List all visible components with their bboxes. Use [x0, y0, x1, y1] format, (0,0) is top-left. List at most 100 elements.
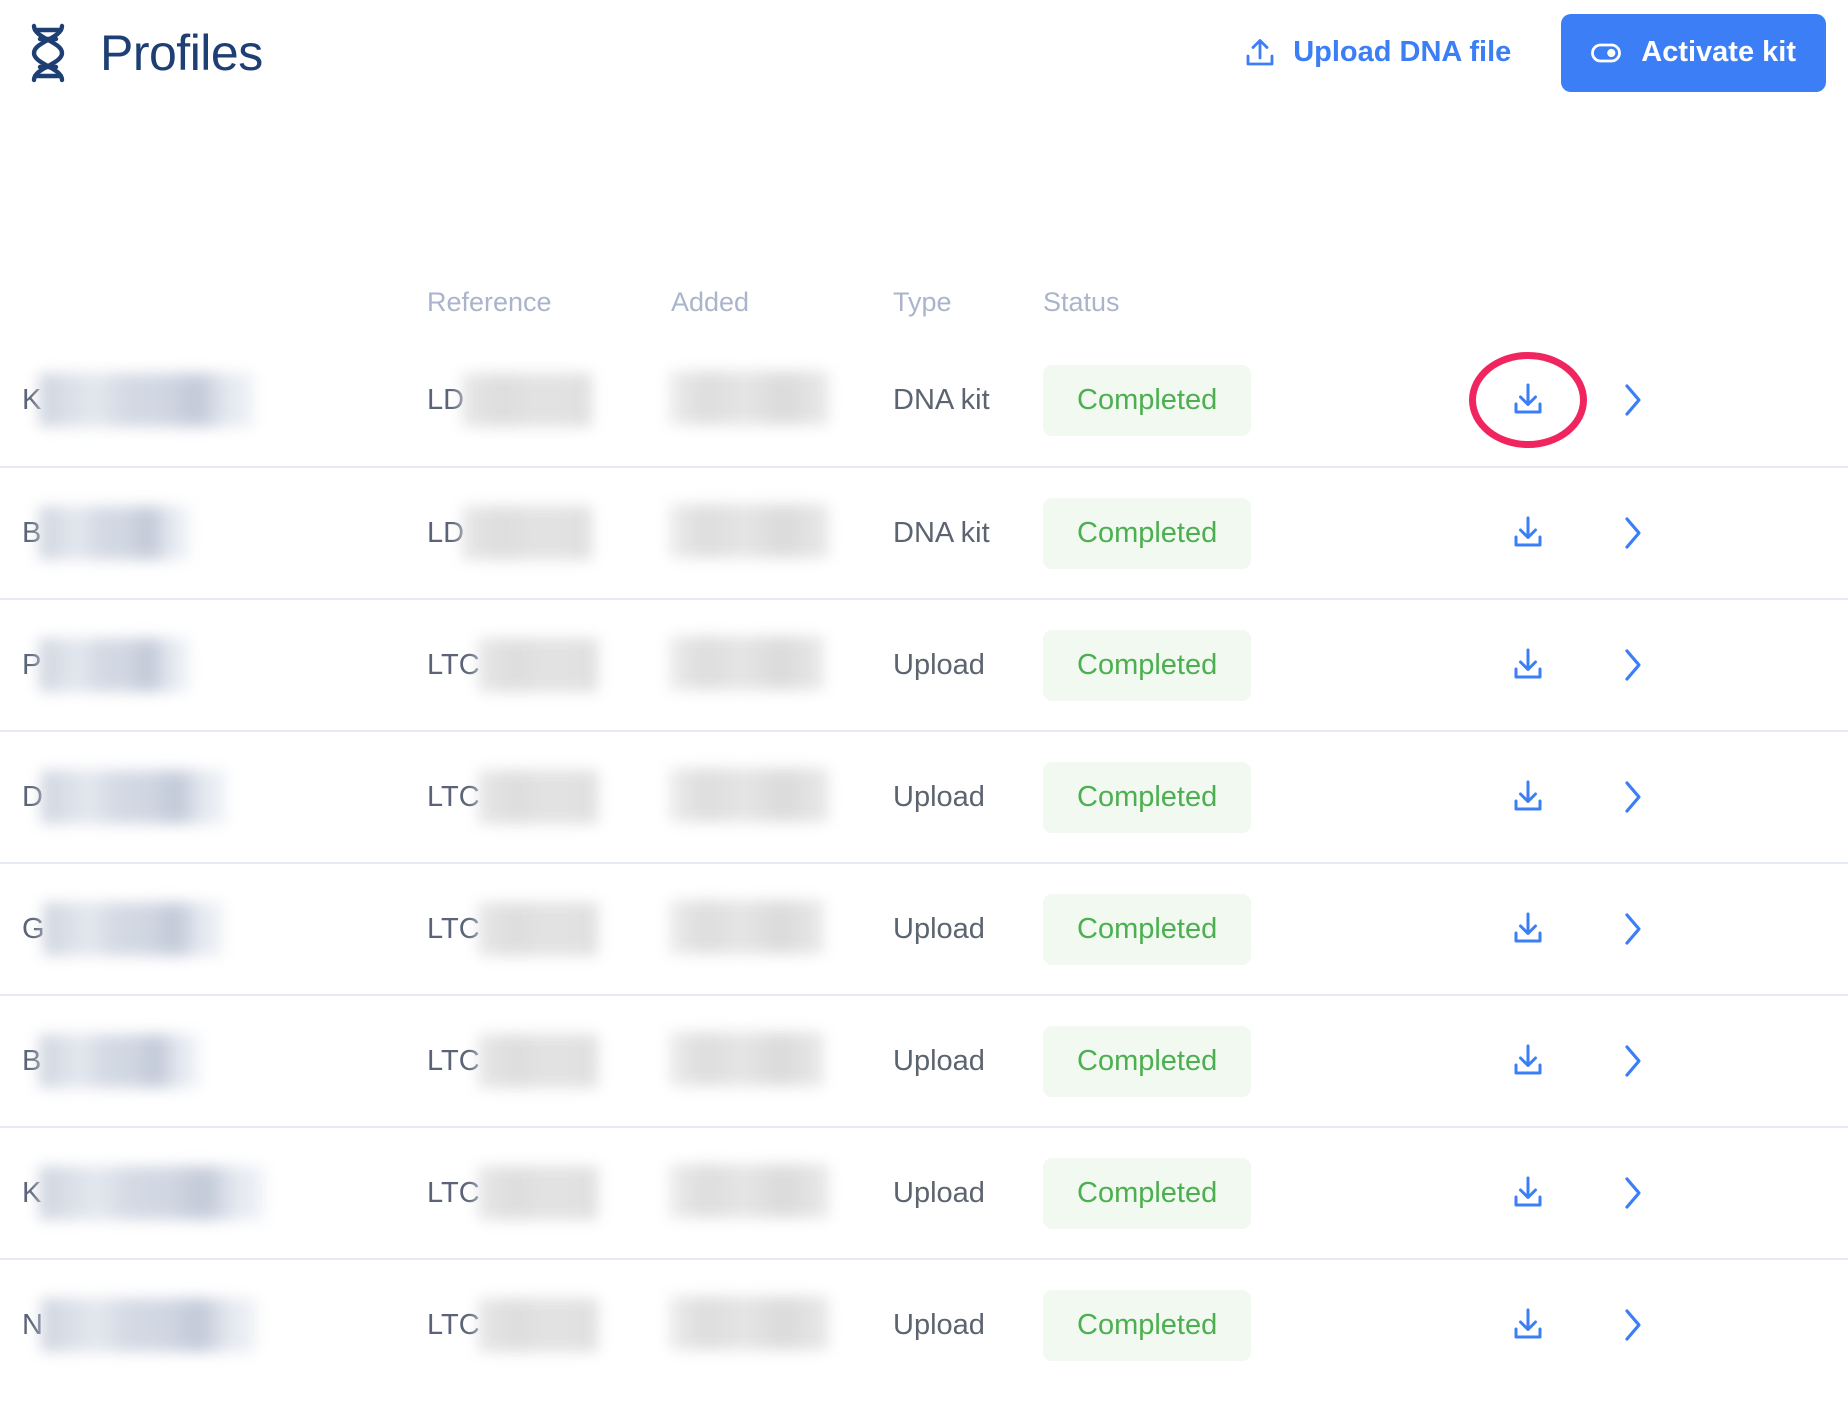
table-row[interactable]: N LTC Upload Completed: [0, 1258, 1848, 1390]
name-blur-block: [39, 638, 190, 692]
redacted-reference: LTC: [427, 1034, 598, 1088]
kit-toggle-icon: [1589, 36, 1623, 70]
reference-blur-block: [462, 506, 593, 560]
open-profile-button[interactable]: [1622, 911, 1644, 947]
download-icon: [1509, 646, 1547, 684]
open-profile-button[interactable]: [1622, 515, 1644, 551]
cell-name: D: [22, 770, 427, 824]
chevron-right-icon: [1622, 1043, 1644, 1079]
reference-blur-block: [477, 638, 598, 692]
cell-reference: LTC: [427, 770, 671, 824]
cell-name: B: [22, 1034, 427, 1088]
table-row[interactable]: B LD DNA kit Completed: [0, 466, 1848, 598]
activate-kit-button[interactable]: Activate kit: [1561, 13, 1826, 92]
cell-download: [1463, 646, 1593, 684]
table-row[interactable]: K LTC Upload Completed: [0, 1126, 1848, 1258]
cell-status: Completed: [1043, 1025, 1463, 1097]
type-value: Upload: [893, 1308, 985, 1341]
name-blur-block: [39, 373, 255, 427]
cell-download: [1463, 778, 1593, 816]
cell-type: Upload: [893, 1045, 1043, 1078]
cell-added: [669, 503, 893, 563]
cell-details: [1593, 1307, 1673, 1343]
reference-prefix: LTC: [427, 1176, 480, 1209]
open-profile-button[interactable]: [1622, 382, 1644, 418]
download-button[interactable]: [1509, 778, 1547, 816]
open-profile-button[interactable]: [1622, 1307, 1644, 1343]
cell-added: [669, 899, 893, 959]
column-header-reference: Reference: [427, 286, 552, 317]
upload-dna-file-label: Upload DNA file: [1293, 36, 1512, 68]
reference-blur-block: [477, 1298, 598, 1352]
reference-prefix: LTC: [427, 1308, 480, 1341]
table-row[interactable]: K LD DNA kit Completed: [0, 334, 1848, 466]
status-badge: Completed: [1043, 1289, 1252, 1361]
cell-added: [669, 767, 893, 827]
table-row[interactable]: D LTC Upload Completed: [0, 730, 1848, 862]
cell-details: [1593, 779, 1673, 815]
dna-helix-icon: [22, 22, 74, 84]
chevron-right-icon: [1622, 911, 1644, 947]
upload-dna-file-button[interactable]: Upload DNA file: [1243, 36, 1511, 70]
download-button[interactable]: [1509, 1042, 1547, 1080]
download-button[interactable]: [1509, 1306, 1547, 1344]
added-blur-block: [669, 767, 829, 822]
status-badge: Completed: [1043, 893, 1252, 965]
cell-details: [1593, 647, 1673, 683]
added-blur-block: [669, 1295, 829, 1350]
name-initial: G: [22, 912, 45, 945]
download-button[interactable]: [1509, 910, 1547, 948]
download-button[interactable]: [1509, 381, 1547, 419]
added-blur-block: [669, 370, 829, 425]
cell-status: Completed: [1043, 364, 1463, 436]
redacted-name: P: [22, 638, 190, 692]
download-button[interactable]: [1509, 514, 1547, 552]
open-profile-button[interactable]: [1622, 779, 1644, 815]
chevron-right-icon: [1622, 515, 1644, 551]
header-actions: Upload DNA file Activate kit: [1243, 13, 1826, 92]
reference-prefix: LD: [427, 516, 465, 549]
reference-blur-block: [477, 902, 598, 956]
reference-blur-block: [477, 770, 598, 824]
cell-type: DNA kit: [893, 517, 1043, 550]
download-icon: [1509, 910, 1547, 948]
table-row[interactable]: G LTC Upload Completed: [0, 862, 1848, 994]
cell-type: Upload: [893, 1309, 1043, 1342]
table-body: K LD DNA kit Completed B LD DNA kit Completed P L…: [0, 334, 1848, 1390]
cell-type: Upload: [893, 649, 1043, 682]
download-icon: [1509, 1174, 1547, 1212]
type-value: Upload: [893, 1176, 985, 1209]
name-initial: N: [22, 1308, 43, 1341]
chevron-right-icon: [1622, 1307, 1644, 1343]
table-header-row: Reference Added Type Status: [0, 270, 1848, 334]
cell-name: K: [22, 1166, 427, 1220]
download-button[interactable]: [1509, 1174, 1547, 1212]
status-badge: Completed: [1043, 629, 1252, 701]
open-profile-button[interactable]: [1622, 1175, 1644, 1211]
cell-details: [1593, 1043, 1673, 1079]
open-profile-button[interactable]: [1622, 647, 1644, 683]
chevron-right-icon: [1622, 779, 1644, 815]
type-value: Upload: [893, 912, 985, 945]
reference-blur-block: [462, 373, 593, 427]
cell-reference: LD: [427, 373, 671, 427]
type-value: Upload: [893, 648, 985, 681]
cell-download: [1463, 1306, 1593, 1344]
cell-name: K: [22, 373, 427, 427]
cell-reference: LTC: [427, 1298, 671, 1352]
cell-name: P: [22, 638, 427, 692]
redacted-reference: LTC: [427, 1166, 598, 1220]
download-button[interactable]: [1509, 646, 1547, 684]
cell-added: [669, 1163, 893, 1223]
table-row[interactable]: B LTC Upload Completed: [0, 994, 1848, 1126]
open-profile-button[interactable]: [1622, 1043, 1644, 1079]
cell-type: Upload: [893, 781, 1043, 814]
cell-added: [669, 370, 893, 430]
cell-type: Upload: [893, 913, 1043, 946]
cell-added: [669, 635, 893, 695]
table-row[interactable]: P LTC Upload Completed: [0, 598, 1848, 730]
column-header-type: Type: [893, 286, 952, 317]
name-blur-block: [39, 1166, 265, 1220]
download-icon: [1509, 514, 1547, 552]
column-header-status: Status: [1043, 286, 1120, 317]
